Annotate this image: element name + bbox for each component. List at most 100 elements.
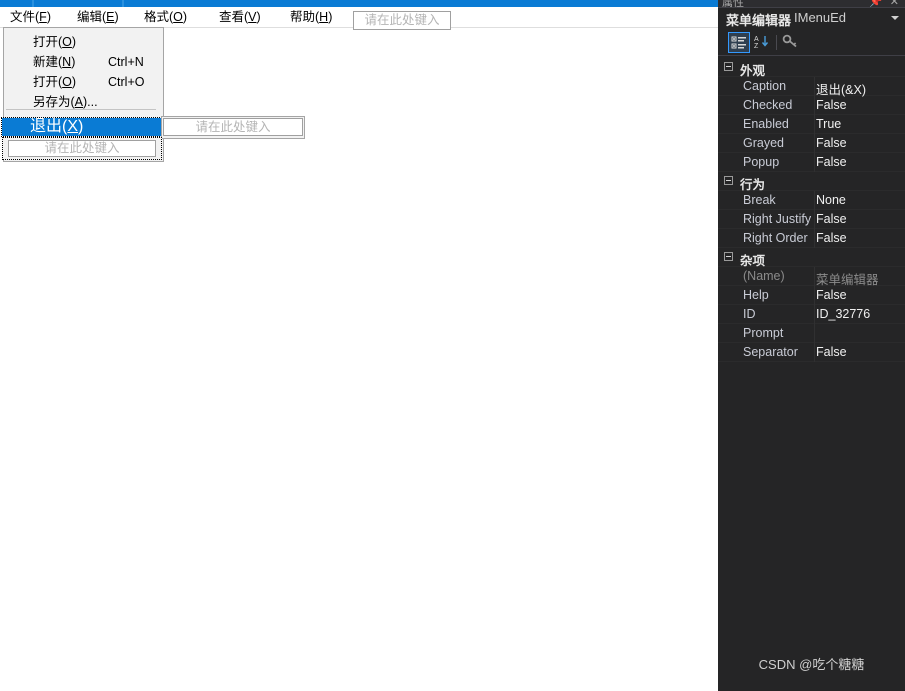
properties-tab-label[interactable]: 属性 (722, 0, 744, 7)
property-name-break: Break (743, 193, 776, 207)
property-row-caption[interactable]: Caption 退出(&X) (718, 77, 905, 97)
collapse-expander-icon[interactable] (724, 252, 733, 261)
property-value-break[interactable]: None (816, 193, 846, 207)
menu-item-new-label: 新建(N) (33, 52, 75, 72)
menubar-item-edit[interactable]: 编辑(E) (77, 10, 119, 25)
menubar-item-format[interactable]: 格式(O) (144, 10, 187, 25)
menu-item-open-1-text: 打开( (33, 35, 63, 49)
menubar-item-file-text: 文件( (10, 10, 40, 24)
menu-item-save-as-accesskey: A (74, 95, 84, 109)
alphabetical-sort-glyph: A Z (754, 36, 769, 50)
property-row-right-justify[interactable]: Right Justify False (718, 210, 905, 229)
menubar-item-help[interactable]: 帮助(H) (290, 10, 332, 25)
menu-item-save-as-suffix: )... (83, 95, 98, 109)
menubar-item-format-text: 格式( (144, 10, 174, 24)
property-name-grayed: Grayed (743, 136, 784, 150)
property-group-behavior[interactable]: 行为 (718, 172, 905, 192)
properties-object-selector[interactable]: 菜单编辑器 IMenuEd (718, 8, 905, 29)
menu-item-open-1-label: 打开(O) (33, 32, 76, 52)
chevron-down-icon[interactable] (891, 16, 899, 20)
menubar-item-format-suffix: ) (182, 10, 188, 24)
menubar-item-file[interactable]: 文件(F) (10, 10, 51, 25)
menu-item-open-2-accesskey: O (62, 75, 72, 89)
column-divider (814, 305, 815, 324)
column-divider (814, 210, 815, 229)
property-value-checked[interactable]: False (816, 98, 847, 112)
property-name-checked: Checked (743, 98, 793, 112)
property-row-separator[interactable]: Separator False (718, 343, 905, 362)
pin-icon[interactable]: 📌 (869, 0, 883, 7)
property-name-separator: Separator (743, 345, 798, 359)
property-name-name: (Name) (743, 269, 785, 283)
menubar-item-file-suffix: ) (46, 10, 51, 24)
property-group-appearance[interactable]: 外观 (718, 58, 905, 78)
property-row-popup[interactable]: Popup False (718, 153, 905, 172)
property-value-separator[interactable]: False (816, 345, 847, 359)
menubar-item-view[interactable]: 查看(V) (219, 10, 261, 25)
property-row-prompt[interactable]: Prompt (718, 324, 905, 343)
menubar-item-view-text: 查看( (219, 10, 249, 24)
menu-item-exit-selected[interactable]: 退出(X) (1, 117, 162, 137)
property-value-right-order[interactable]: False (816, 231, 847, 245)
dropdown-type-here-placeholder[interactable]: 请在此处键入 (8, 140, 156, 157)
menu-item-save-as-text: 另存为( (33, 95, 75, 109)
collapse-expander-icon[interactable] (724, 176, 733, 185)
column-divider (814, 229, 815, 248)
menubar-item-edit-accesskey: E (106, 10, 115, 24)
menu-item-open-2[interactable]: 打开(O) Ctrl+O (5, 72, 164, 92)
property-value-enabled[interactable]: True (816, 117, 841, 131)
property-name-caption: Caption (743, 79, 787, 93)
close-icon[interactable]: ✕ (890, 0, 899, 7)
svg-text:A: A (754, 36, 759, 43)
property-name-id: ID (743, 307, 756, 321)
property-value-grayed[interactable]: False (816, 136, 847, 150)
menubar-type-here-placeholder[interactable]: 请在此处键入 (353, 11, 451, 30)
menu-item-new-suffix: ) (71, 55, 76, 69)
exit-submenu-type-here-placeholder[interactable]: 请在此处键入 (163, 118, 303, 136)
toolbar-separator (776, 35, 777, 50)
menu-item-open-1-suffix: ) (71, 35, 77, 49)
menubar-item-format-accesskey: O (173, 10, 183, 24)
menu-item-new[interactable]: 新建(N) Ctrl+N (5, 52, 164, 72)
property-row-right-order[interactable]: Right Order False (718, 229, 905, 248)
menu-separator (6, 109, 156, 110)
menu-bar: 文件(F) 编辑(E) 格式(O) 查看(V) 帮助(H) 请在此处键入 (0, 7, 718, 30)
menubar-item-help-suffix: ) (328, 10, 333, 24)
property-row-name[interactable]: (Name) 菜单编辑器 (718, 267, 905, 287)
menu-item-open-2-text: 打开( (33, 75, 63, 89)
column-divider (814, 343, 815, 362)
menu-item-exit-accesskey: X (67, 118, 79, 135)
column-divider (814, 191, 815, 210)
collapse-expander-icon[interactable] (724, 62, 733, 71)
property-row-grayed[interactable]: Grayed False (718, 134, 905, 153)
property-value-right-justify[interactable]: False (816, 212, 847, 226)
titlebar-notch (32, 0, 34, 7)
alphabetical-sort-icon[interactable]: A Z (751, 32, 773, 53)
properties-object-name: 菜单编辑器 (726, 13, 792, 28)
categorized-view-icon[interactable] (728, 32, 750, 53)
svg-text:Z: Z (754, 43, 759, 50)
property-row-id[interactable]: ID ID_32776 (718, 305, 905, 324)
column-divider (814, 77, 815, 96)
properties-toolbar: A Z (718, 30, 905, 56)
property-group-misc[interactable]: 杂项 (718, 248, 905, 268)
property-grid: 外观 Caption 退出(&X) Checked False Enabled … (718, 58, 905, 362)
menu-item-open-1[interactable]: 打开(O) (5, 32, 164, 52)
property-value-popup[interactable]: False (816, 155, 847, 169)
property-name-right-order: Right Order (743, 231, 808, 245)
property-pages-key-icon[interactable] (781, 32, 803, 53)
column-divider (814, 96, 815, 115)
menu-item-new-shortcut: Ctrl+N (108, 55, 144, 69)
property-row-checked[interactable]: Checked False (718, 96, 905, 115)
property-row-help[interactable]: Help False (718, 286, 905, 305)
titlebar-notch (122, 0, 124, 7)
menu-item-open-2-suffix: ) (71, 75, 77, 89)
menu-designer-pane: 文件(F) 编辑(E) 格式(O) 查看(V) 帮助(H) 请在此处键入 打开(… (0, 0, 718, 691)
property-value-help[interactable]: False (816, 288, 847, 302)
property-row-break[interactable]: Break None (718, 191, 905, 210)
column-divider (814, 324, 815, 343)
property-row-enabled[interactable]: Enabled True (718, 115, 905, 134)
key-glyph (782, 34, 797, 48)
property-value-id[interactable]: ID_32776 (816, 307, 870, 321)
menu-item-exit-label: 退出(X) (30, 118, 83, 136)
